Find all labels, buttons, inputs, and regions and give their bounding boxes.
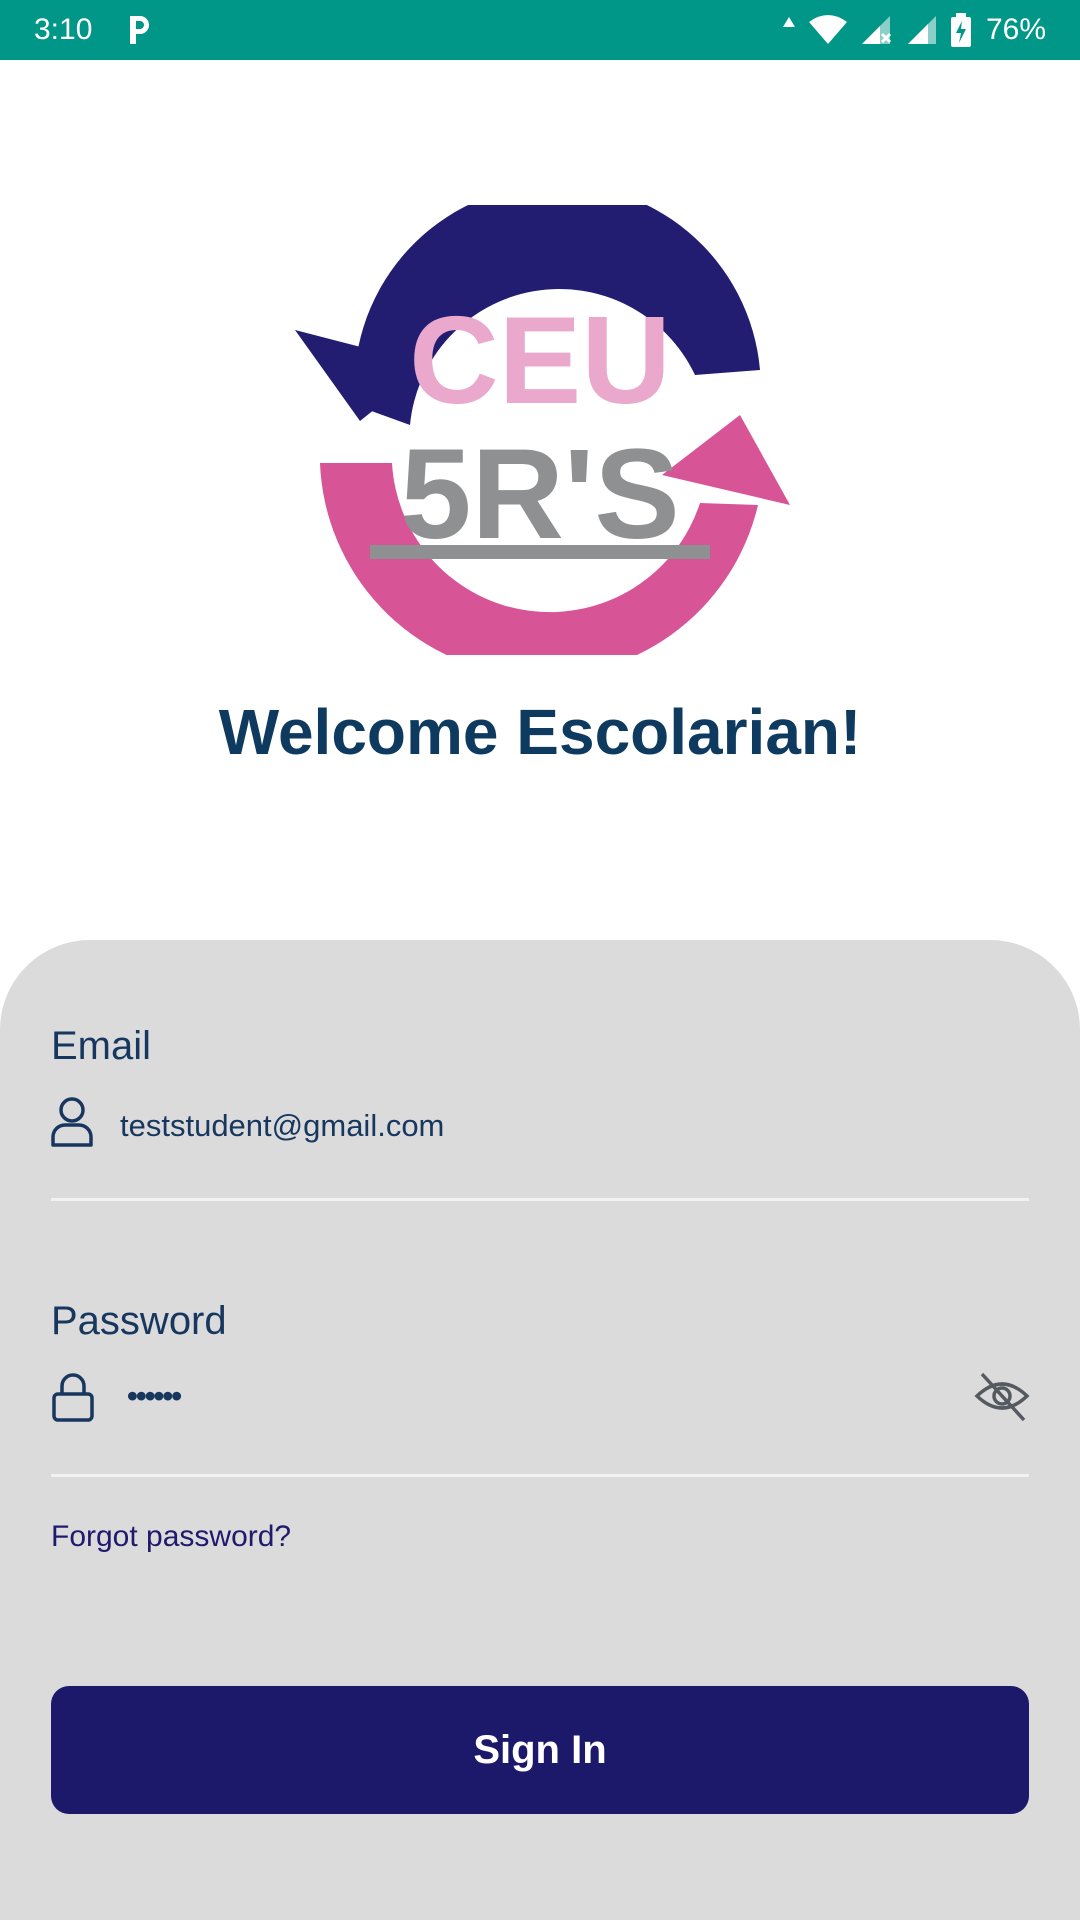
welcome-title: Welcome Escolarian!	[218, 696, 862, 768]
data-arrows-icon	[782, 15, 796, 45]
battery-charging-icon	[950, 13, 972, 47]
email-underline	[51, 1198, 1029, 1201]
logo-text-ceu: CEU	[409, 292, 671, 430]
parking-app-icon	[124, 12, 154, 48]
status-bar: 3:10 76%	[0, 0, 1080, 60]
ceu-5rs-logo: CEU 5R'S	[290, 184, 790, 677]
signal-no-data-icon	[860, 14, 894, 46]
password-field[interactable]: ••••••	[127, 1376, 182, 1416]
signal-icon	[906, 14, 938, 46]
status-icons: 76%	[782, 10, 1046, 50]
password-underline	[51, 1474, 1029, 1477]
email-field[interactable]: teststudent@gmail.com	[120, 1106, 444, 1146]
person-icon	[50, 1095, 94, 1147]
wifi-icon	[808, 14, 848, 46]
sign-in-button[interactable]: Sign In	[51, 1686, 1029, 1814]
status-time: 3:10	[34, 13, 93, 46]
eye-off-icon[interactable]	[974, 1368, 1030, 1424]
battery-percent: 76%	[985, 13, 1046, 46]
forgot-password-link[interactable]: Forgot password?	[51, 1517, 291, 1557]
lock-icon	[50, 1372, 94, 1422]
email-label: Email	[51, 1024, 152, 1068]
logo-text-5rs: 5R'S	[400, 423, 679, 566]
password-label: Password	[51, 1299, 227, 1343]
